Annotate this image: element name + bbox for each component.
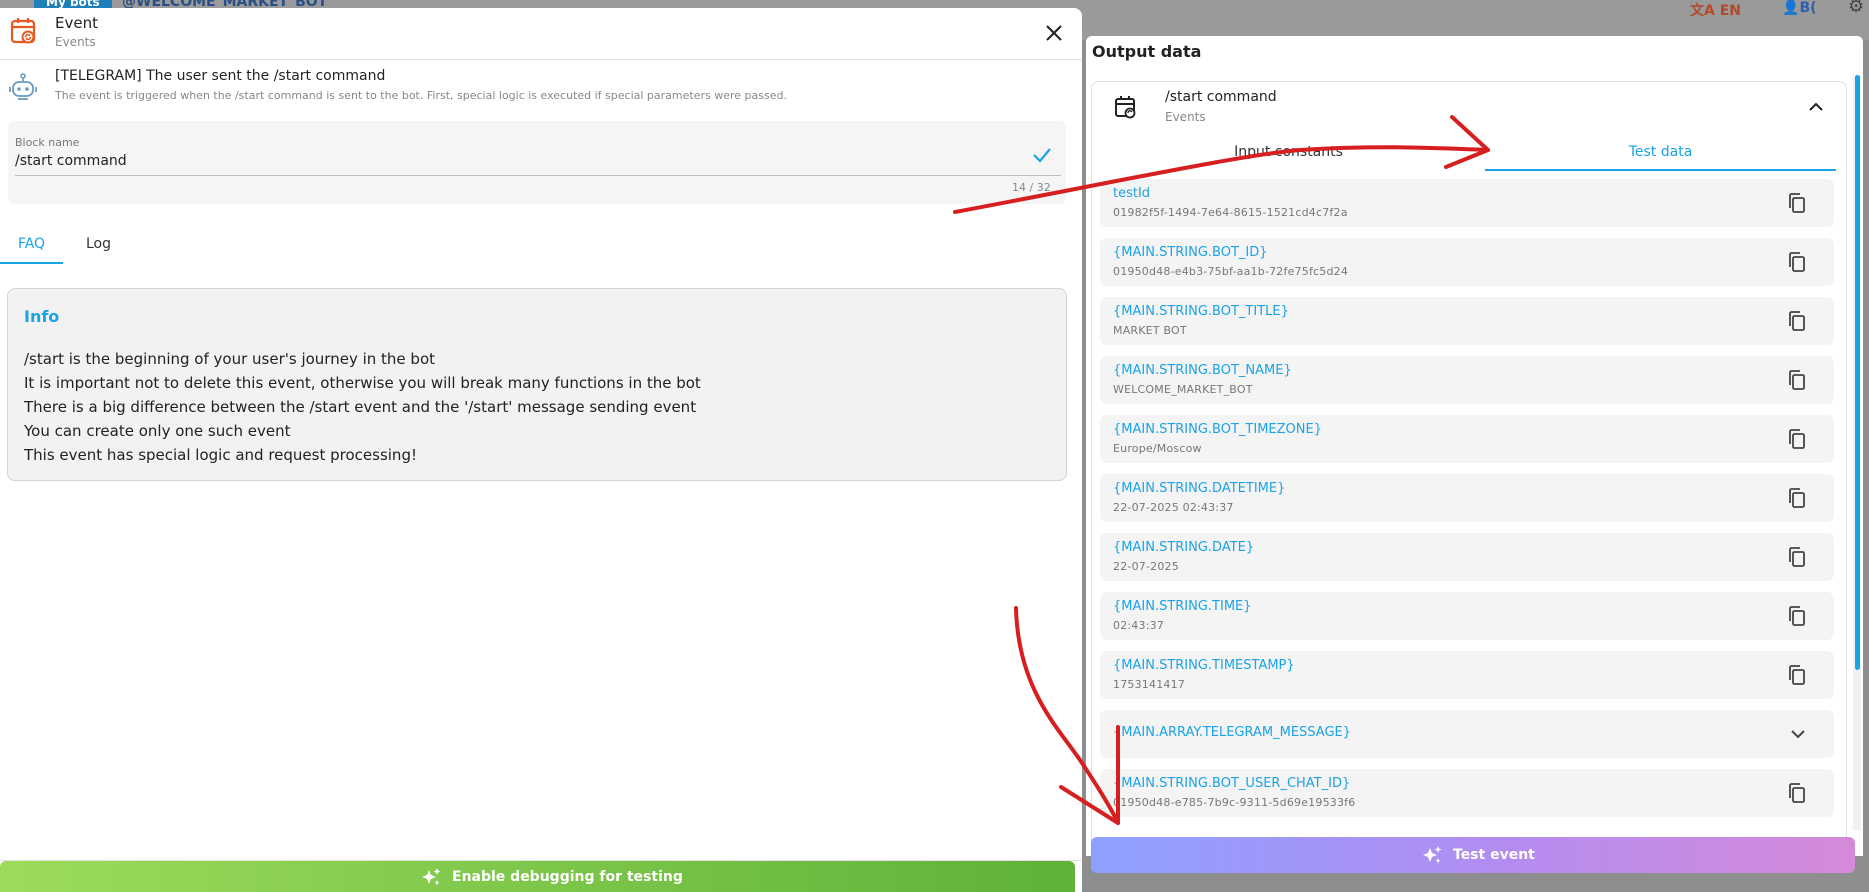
- field-underline: [15, 175, 1061, 176]
- data-item-expandable[interactable]: {MAIN.ARRAY.TELEGRAM_MESSAGE}: [1100, 710, 1834, 758]
- chevron-up-icon[interactable]: [1806, 97, 1826, 117]
- variable-value: 22-07-2025 02:43:37: [1113, 501, 1234, 514]
- tab-log[interactable]: Log: [70, 230, 127, 264]
- card-subtitle: Events: [1165, 110, 1206, 124]
- tab-test-data[interactable]: Test data: [1485, 135, 1836, 171]
- variable-value: 22-07-2025: [1113, 560, 1179, 573]
- variable-value: Europe/Moscow: [1113, 442, 1202, 455]
- copy-icon[interactable]: [1786, 251, 1808, 273]
- test-event-label: Test event: [1453, 847, 1535, 863]
- info-lines: /start is the beginning of your user's j…: [24, 347, 701, 467]
- data-item: {MAIN.STRING.BOT_TIMEZONE} Europe/Moscow: [1100, 415, 1834, 463]
- data-item: {MAIN.STRING.BOT_ID} 01950d48-e4b3-75bf-…: [1100, 238, 1834, 286]
- copy-icon[interactable]: [1786, 487, 1808, 509]
- variable-name: {MAIN.STRING.TIME}: [1113, 599, 1252, 614]
- translate-icon: 文A: [1690, 3, 1720, 19]
- info-line: There is a big difference between the /s…: [24, 398, 697, 416]
- data-item: testId 01982f5f-1494-7e64-8615-1521cd4c7…: [1100, 179, 1834, 227]
- copy-icon[interactable]: [1786, 605, 1808, 627]
- check-icon[interactable]: [1031, 144, 1053, 166]
- info-title: Info: [24, 307, 60, 326]
- variable-name: {MAIN.STRING.BOT_USER_CHAT_ID}: [1113, 776, 1351, 791]
- info-line: You can create only one such event: [24, 422, 291, 440]
- data-item: {MAIN.STRING.BOT_USER_CHAT_ID} 01950d48-…: [1100, 769, 1834, 817]
- trigger-info: [TELEGRAM] The user sent the /start comm…: [0, 66, 1082, 112]
- output-title: Output data: [1092, 42, 1202, 61]
- enable-debugging-label: Enable debugging for testing: [452, 869, 683, 885]
- info-line: It is important not to delete this event…: [24, 374, 701, 392]
- tab-faq[interactable]: FAQ: [0, 230, 63, 264]
- data-item: {MAIN.STRING.BOT_NAME} WELCOME_MARKET_BO…: [1100, 356, 1834, 404]
- info-line: /start is the beginning of your user's j…: [24, 350, 435, 368]
- variable-name: {MAIN.STRING.TIMESTAMP}: [1113, 658, 1295, 673]
- copy-icon[interactable]: [1786, 782, 1808, 804]
- variable-name: {MAIN.STRING.BOT_ID}: [1113, 245, 1268, 260]
- data-item: {MAIN.STRING.BOT_TITLE} MARKET BOT: [1100, 297, 1834, 345]
- data-item: {MAIN.STRING.TIME} 02:43:37: [1100, 592, 1834, 640]
- panel-subtitle: Events: [55, 35, 96, 49]
- variable-name: {MAIN.STRING.DATE}: [1113, 540, 1255, 555]
- user-icon: 👤: [1782, 0, 1800, 16]
- variable-name: {MAIN.STRING.BOT_TITLE}: [1113, 304, 1289, 319]
- trigger-title: [TELEGRAM] The user sent the /start comm…: [55, 68, 386, 84]
- chevron-down-icon[interactable]: [1788, 724, 1808, 744]
- copy-icon[interactable]: [1786, 546, 1808, 568]
- card-title: /start command: [1165, 89, 1277, 105]
- language-label: EN: [1719, 3, 1741, 19]
- panel-title: Event: [55, 14, 98, 32]
- variable-name: {MAIN.STRING.BOT_TIMEZONE}: [1113, 422, 1322, 437]
- calendar-event-icon: [10, 18, 36, 44]
- user-menu[interactable]: 👤B(: [1782, 0, 1817, 16]
- variable-value: WELCOME_MARKET_BOT: [1113, 383, 1253, 396]
- variable-value: 01982f5f-1494-7e64-8615-1521cd4c7f2a: [1113, 206, 1348, 219]
- data-item: {MAIN.STRING.TIMESTAMP} 1753141417: [1100, 651, 1834, 699]
- char-counter: 14 / 32: [1012, 181, 1051, 194]
- copy-icon[interactable]: [1786, 192, 1808, 214]
- info-line: This event has special logic and request…: [24, 446, 417, 464]
- scrollbar-thumb[interactable]: [1855, 75, 1860, 670]
- variable-value: 01950d48-e785-7b9c-9311-5d69e19533f6: [1113, 796, 1356, 809]
- variable-name: {MAIN.ARRAY.TELEGRAM_MESSAGE}: [1113, 725, 1352, 740]
- enable-debugging-button[interactable]: Enable debugging for testing: [0, 861, 1075, 892]
- tab-input-constants[interactable]: Input constants: [1092, 135, 1485, 171]
- copy-icon[interactable]: [1786, 369, 1808, 391]
- bot-handle: @WELCOME_MARKET_BOT: [122, 0, 328, 8]
- copy-icon[interactable]: [1786, 310, 1808, 332]
- sparkles-icon: [1423, 846, 1442, 864]
- sparkles-icon: [422, 868, 441, 886]
- user-label: B(: [1799, 0, 1817, 16]
- variable-name: {MAIN.STRING.BOT_NAME}: [1113, 363, 1292, 378]
- variable-value: MARKET BOT: [1113, 324, 1187, 337]
- event-panel: Event Events [TELEGRAM] The user sent th…: [0, 8, 1082, 892]
- variable-value: 01950d48-e4b3-75bf-aa1b-72fe75fc5d24: [1113, 265, 1349, 278]
- copy-icon[interactable]: [1786, 664, 1808, 686]
- output-tabs: Input constants Test data: [1092, 135, 1846, 173]
- variable-value: 02:43:37: [1113, 619, 1165, 632]
- test-event-button[interactable]: Test event: [1091, 837, 1855, 873]
- close-icon[interactable]: [1043, 22, 1065, 44]
- output-card: /start command Events Input constants Te…: [1091, 81, 1847, 856]
- block-name-label: Block name: [15, 136, 80, 149]
- variable-name: {MAIN.STRING.DATETIME}: [1113, 481, 1286, 496]
- data-item: {MAIN.STRING.DATE} 22-07-2025: [1100, 533, 1834, 581]
- calendar-event-icon: [1115, 96, 1136, 119]
- block-name-field[interactable]: Block name /start command: [8, 121, 1066, 204]
- variable-value: 1753141417: [1113, 678, 1185, 691]
- panel-tabs: FAQ Log: [0, 230, 1082, 266]
- variable-name: testId: [1113, 186, 1151, 201]
- trigger-description: The event is triggered when the /start c…: [55, 89, 787, 102]
- gear-icon[interactable]: ⚙: [1848, 0, 1864, 17]
- info-box: Info /start is the beginning of your use…: [7, 288, 1067, 481]
- block-name-input[interactable]: /start command: [15, 153, 127, 169]
- language-switch[interactable]: 文A EN: [1690, 0, 1741, 20]
- output-panel: Output data /start command Events Input …: [1086, 36, 1863, 856]
- event-panel-header: Event Events: [0, 8, 1082, 60]
- robot-icon: [9, 73, 37, 100]
- data-item: {MAIN.STRING.DATETIME} 22-07-2025 02:43:…: [1100, 474, 1834, 522]
- copy-icon[interactable]: [1786, 428, 1808, 450]
